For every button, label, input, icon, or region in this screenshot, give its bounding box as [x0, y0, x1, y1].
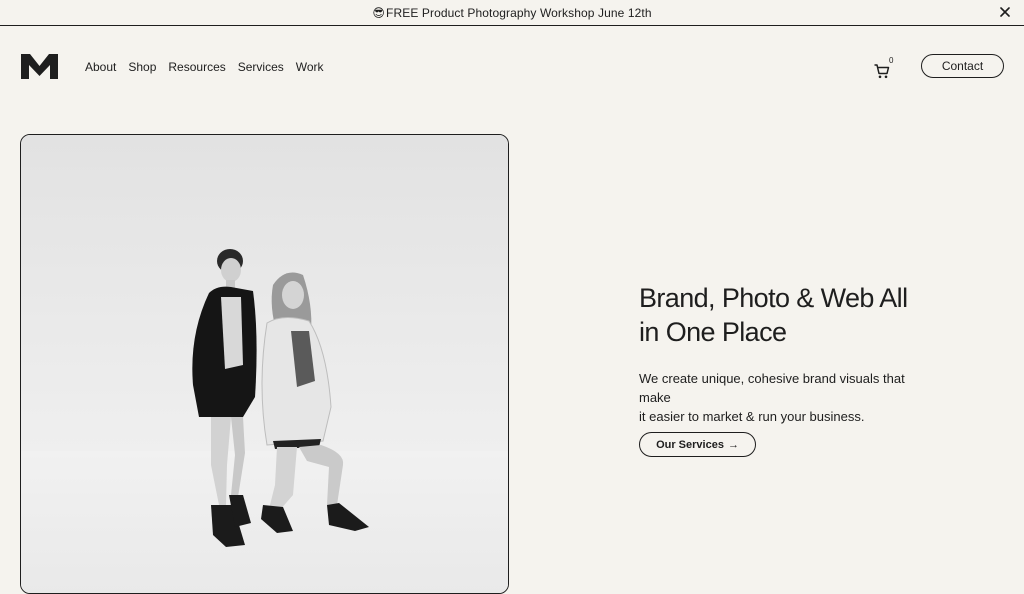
brand-logo[interactable]	[21, 54, 58, 79]
nav-item-services[interactable]: Services	[238, 60, 284, 74]
nav-item-resources[interactable]: Resources	[168, 60, 225, 74]
hero-headline: Brand, Photo & Web All in One Place	[639, 281, 959, 349]
sunglasses-emoji-icon: 😎	[372, 5, 386, 20]
hero-subtext-line1: We create unique, cohesive brand visuals…	[639, 371, 905, 405]
site-header: About Shop Resources Services Work 0 Con…	[0, 26, 1024, 106]
announcement-bar: 😎 FREE Product Photography Workshop June…	[0, 0, 1024, 26]
hero-photo	[20, 134, 509, 594]
nav-item-shop[interactable]: Shop	[128, 60, 156, 74]
nav-item-work[interactable]: Work	[296, 60, 324, 74]
hero-headline-line2: in One Place	[639, 317, 787, 347]
cart-count-badge: 0	[889, 56, 894, 65]
hero-headline-line1: Brand, Photo & Web All	[639, 283, 908, 313]
contact-button[interactable]: Contact	[921, 54, 1004, 78]
nav-item-about[interactable]: About	[85, 60, 116, 74]
close-icon[interactable]	[996, 3, 1014, 21]
main-nav: About Shop Resources Services Work	[85, 60, 324, 74]
hero-subtext: We create unique, cohesive brand visuals…	[639, 369, 939, 426]
arrow-right-icon: →	[727, 438, 739, 451]
our-services-button[interactable]: Our Services →	[639, 432, 756, 457]
hero-subtext-line2: it easier to market & run your business.	[639, 409, 865, 424]
our-services-label: Our Services	[656, 438, 724, 451]
announcement-text[interactable]: FREE Product Photography Workshop June 1…	[386, 6, 652, 20]
